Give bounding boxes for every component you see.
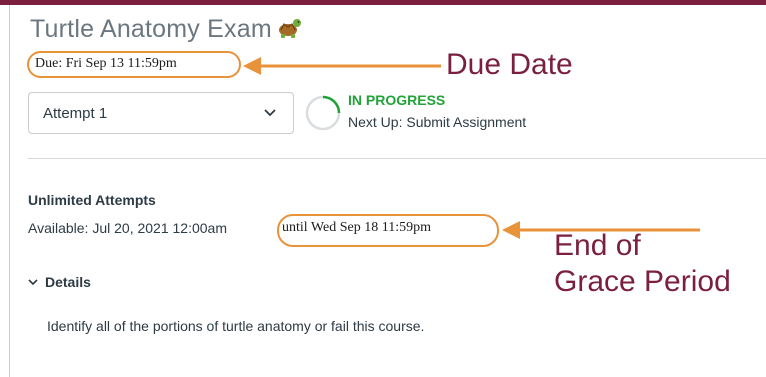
status-label: IN PROGRESS [348,92,446,108]
chevron-down-icon [28,279,38,286]
turtle-icon [276,15,302,39]
callout-due-date: Due Date [446,48,573,81]
callout-grace-line2: Grace Period [554,265,731,298]
details-label: Details [45,274,91,290]
left-border [9,5,10,377]
chevron-down-icon [264,109,276,117]
attempt-select-value: Attempt 1 [43,104,108,122]
attempt-select[interactable]: Attempt 1 [28,92,294,134]
until-highlight [277,214,499,247]
due-date-arrow [243,57,441,75]
assignment-title: Turtle Anatomy Exam [30,15,272,43]
callout-grace-line1: End of [554,229,641,262]
next-step: Next Up: Submit Assignment [348,114,527,130]
due-date-highlight [27,51,241,78]
progress-ring-icon [305,95,341,131]
details-toggle[interactable]: Details [28,274,91,290]
attempts-info: Unlimited Attempts [28,192,156,208]
page-title: Turtle Anatomy Exam [30,15,302,44]
assignment-description: Identify all of the portions of turtle a… [47,318,425,334]
section-divider [28,158,766,159]
callout-grace-period: End of Grace Period [554,228,731,300]
top-bar [0,0,766,5]
available-from: Available: Jul 20, 2021 12:00am [28,220,227,236]
